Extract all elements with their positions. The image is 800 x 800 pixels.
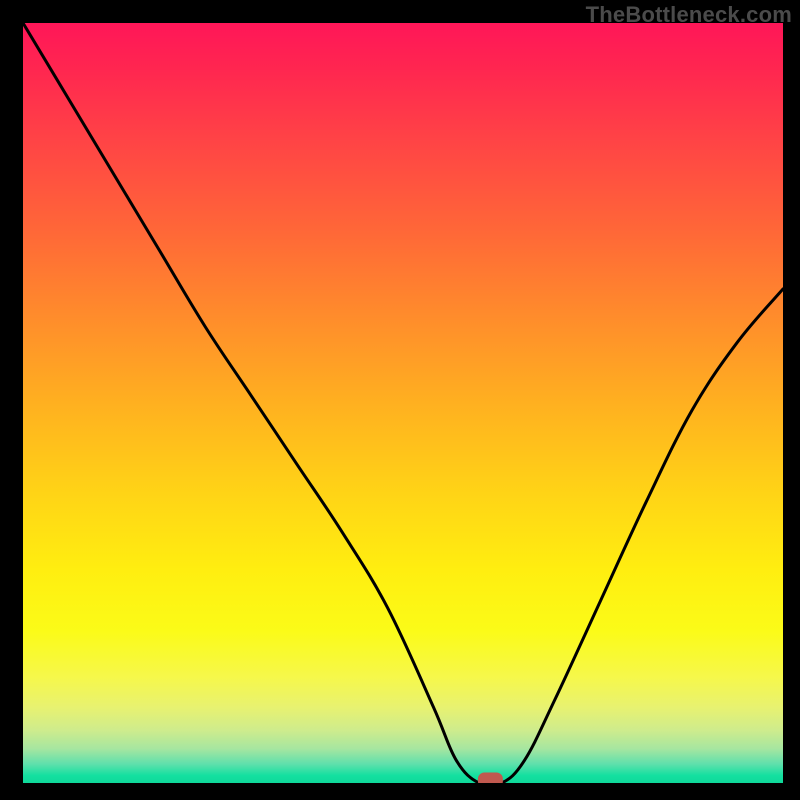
optimum-marker (478, 773, 502, 783)
plot-area (23, 23, 783, 783)
watermark-text: TheBottleneck.com (586, 2, 792, 28)
chart-frame: TheBottleneck.com (0, 0, 800, 800)
bottleneck-curve (23, 23, 783, 783)
